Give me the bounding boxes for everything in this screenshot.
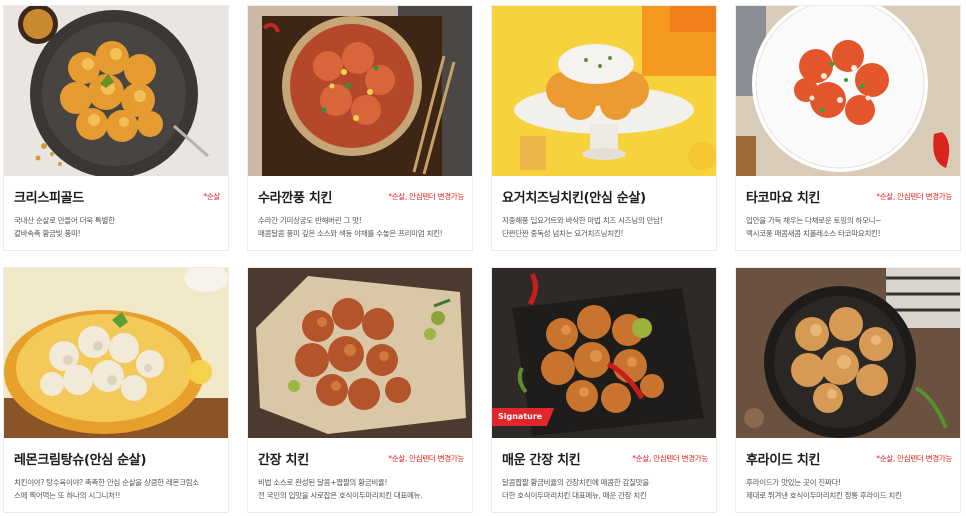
menu-photo <box>248 268 472 438</box>
menu-card-soy-chicken[interactable]: 간장 치킨 *순살, 안심텐더 변경가능 비법 소스로 완성된 달콤+짭짤의 황… <box>247 267 473 513</box>
menu-info: 매운 간장 치킨 *순살, 안심텐더 변경가능 달콤짭짤 황금비율의 간장치킨에… <box>492 438 716 512</box>
menu-description: 비법 소스로 완성된 달콤+짭짤의 황금비율! 전 국민의 입맛을 사로잡은 호… <box>258 478 423 500</box>
menu-description: 지중해풍 딥요거트와 바삭한 마법 치즈 시즈닝의 만남! 단짠단짠 중독성 넘… <box>502 216 663 238</box>
menu-option-note: *순살, 안심텐더 변경가능 <box>632 454 708 463</box>
menu-name: 매운 간장 치킨 <box>502 453 581 468</box>
menu-photo <box>4 6 228 176</box>
menu-name: 레몬크림탕슈(안심 순살) <box>14 453 147 468</box>
menu-info: 크리스피골드 *순살 국내산 순살로 만들어 더욱 특별한 겉바속촉 황금빛 풍… <box>4 176 228 250</box>
menu-name: 크리스피골드 <box>14 191 84 206</box>
menu-card-lemon-cream-tangsu[interactable]: 레몬크림탕슈(안심 순살) 치킨이야? 탕수육이야? 촉촉한 안심 순살을 상큼… <box>3 267 229 513</box>
menu-card-taco-mayo[interactable]: 타코마요 치킨 *순살, 안심텐더 변경가능 입안을 가득 채우는 다채로운 토… <box>735 5 961 251</box>
menu-photo <box>492 6 716 176</box>
menu-description: 후라이드가 맛있는 곳이 진짜다! 제대로 튀겨낸 호식이두마리치킨 정통 후라… <box>746 478 902 500</box>
menu-info: 타코마요 치킨 *순살, 안심텐더 변경가능 입안을 가득 채우는 다채로운 토… <box>736 176 960 250</box>
menu-card-yogurt-cheesening[interactable]: 요거치즈닝치킨(안심 순살) 지중해풍 딥요거트와 바삭한 마법 치즈 시즈닝의… <box>491 5 717 251</box>
menu-name: 수라깐풍 치킨 <box>258 191 333 206</box>
menu-info: 레몬크림탕슈(안심 순살) 치킨이야? 탕수육이야? 촉촉한 안심 순살을 상큼… <box>4 438 228 512</box>
signature-badge: Signature <box>492 408 555 426</box>
menu-photo <box>248 6 472 176</box>
menu-description: 치킨이야? 탕수육이야? 촉촉한 안심 순살을 상큼한 레몬크림소 스에 찍어먹… <box>14 478 199 500</box>
menu-photo <box>736 268 960 438</box>
menu-card-crispy-gold[interactable]: 크리스피골드 *순살 국내산 순살로 만들어 더욱 특별한 겉바속촉 황금빛 풍… <box>3 5 229 251</box>
menu-grid: 크리스피골드 *순살 국내산 순살로 만들어 더욱 특별한 겉바속촉 황금빛 풍… <box>0 0 966 516</box>
menu-photo <box>736 6 960 176</box>
menu-card-spicy-soy-chicken[interactable]: Signature 매운 간장 치킨 *순살, 안심텐더 변경가능 달콤짭짤 황… <box>491 267 717 513</box>
menu-name: 타코마요 치킨 <box>746 191 821 206</box>
menu-info: 간장 치킨 *순살, 안심텐더 변경가능 비법 소스로 완성된 달콤+짭짤의 황… <box>248 438 472 512</box>
menu-photo <box>4 268 228 438</box>
menu-description: 수라간 기미상궁도 반해버린 그 맛! 매콤달콤 풍미 깊은 소스와 색동 야채… <box>258 216 443 238</box>
menu-name: 요거치즈닝치킨(안심 순살) <box>502 191 646 206</box>
menu-description: 국내산 순살로 만들어 더욱 특별한 겉바속촉 황금빛 풍미! <box>14 216 115 238</box>
menu-option-note: *순살, 안심텐더 변경가능 <box>388 192 464 201</box>
menu-option-note: *순살 <box>203 192 220 201</box>
menu-info: 후라이드 치킨 *순살, 안심텐더 변경가능 후라이드가 맛있는 곳이 진짜다!… <box>736 438 960 512</box>
menu-option-note: *순살, 안심텐더 변경가능 <box>388 454 464 463</box>
menu-card-fried-chicken[interactable]: 후라이드 치킨 *순살, 안심텐더 변경가능 후라이드가 맛있는 곳이 진짜다!… <box>735 267 961 513</box>
menu-card-sura-kkanpung[interactable]: 수라깐풍 치킨 *순살, 안심텐더 변경가능 수라간 기미상궁도 반해버린 그 … <box>247 5 473 251</box>
menu-name: 간장 치킨 <box>258 453 309 468</box>
menu-option-note: *순살, 안심텐더 변경가능 <box>876 192 952 201</box>
menu-description: 입안을 가득 채우는 다채로운 토핑의 하모니~ 멕시코풍 매콤새콤 치폴레소스… <box>746 216 882 238</box>
menu-info: 요거치즈닝치킨(안심 순살) 지중해풍 딥요거트와 바삭한 마법 치즈 시즈닝의… <box>492 176 716 250</box>
menu-description: 달콤짭짤 황금비율의 간장치킨에 매콤한 감칠맛을 더한 호식이두마리치킨 대표… <box>502 478 649 500</box>
menu-option-note: *순살, 안심텐더 변경가능 <box>876 454 952 463</box>
menu-info: 수라깐풍 치킨 *순살, 안심텐더 변경가능 수라간 기미상궁도 반해버린 그 … <box>248 176 472 250</box>
menu-name: 후라이드 치킨 <box>746 453 821 468</box>
